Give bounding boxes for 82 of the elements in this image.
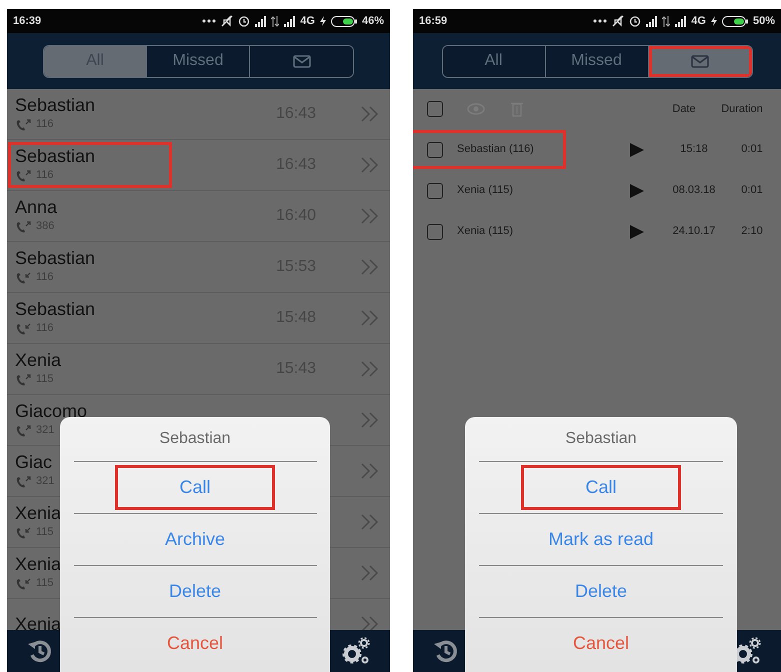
tab[interactable]: Missed (546, 46, 648, 76)
battery-percent: 50% (752, 14, 775, 29)
alarm-icon (238, 15, 250, 27)
alarm-icon (629, 15, 642, 27)
dialog-action-button[interactable]: Mark as read (521, 517, 681, 562)
dialog-title: Sebastian (565, 429, 637, 449)
caller-name: Xenia (115) (457, 224, 514, 240)
battery-icon (330, 16, 357, 26)
network-type: 4G (300, 14, 315, 29)
more-icon (202, 19, 216, 23)
gears-icon[interactable] (342, 637, 370, 665)
dialog-action-button[interactable]: Delete (115, 569, 275, 614)
network-type: 4G (691, 14, 706, 29)
signal-icon (255, 16, 266, 26)
contact-name: Sebastian (15, 248, 96, 270)
status-time: 16:59 (419, 14, 448, 29)
charging-icon (710, 16, 717, 26)
tab[interactable]: All (442, 46, 546, 76)
charging-icon (320, 16, 326, 26)
signal-icon (675, 16, 686, 26)
contact-name: Sebastian (15, 299, 96, 320)
contact-name: Xenia (15, 350, 62, 372)
message-duration: 0:01 (740, 183, 764, 198)
battery-percent: 46% (362, 14, 384, 29)
history-icon[interactable] (27, 638, 53, 664)
chevron-icon[interactable] (360, 463, 380, 479)
contact-name: Xenia (15, 614, 62, 630)
play-icon[interactable] (629, 224, 645, 240)
dialog-action-button[interactable]: Call (521, 465, 681, 510)
mute-icon (221, 15, 234, 27)
caller-name: Sebastian (116) (457, 142, 534, 158)
data-arrows-icon (662, 16, 670, 26)
row-checkbox[interactable] (427, 182, 443, 198)
play-icon[interactable] (629, 182, 645, 198)
dialog-title: Sebastian (159, 429, 231, 449)
cancel-button[interactable]: Cancel (521, 621, 681, 666)
chevron-icon[interactable] (360, 157, 380, 173)
contact-name: Anna (15, 197, 58, 218)
contact-name: Sebastian (15, 146, 96, 168)
column-header: Date (671, 102, 697, 117)
message-date: 15:18 (679, 142, 709, 158)
chevron-icon[interactable] (360, 412, 380, 428)
more-icon (593, 19, 608, 23)
chevron-icon[interactable] (360, 208, 380, 224)
message-date: 24.10.17 (672, 224, 716, 240)
contact-name: Xenia (15, 503, 62, 524)
contact-name: Sebastian (15, 95, 96, 116)
caller-name: Xenia (115) (457, 183, 514, 198)
chevron-icon[interactable] (360, 310, 380, 326)
mute-icon (612, 15, 624, 27)
row-checkbox[interactable] (427, 224, 443, 240)
mail-tab[interactable] (648, 46, 752, 76)
chevron-icon[interactable] (360, 565, 380, 581)
chevron-icon[interactable] (360, 361, 380, 377)
cancel-button[interactable]: Cancel (115, 621, 275, 666)
battery-icon (722, 16, 748, 26)
dialog-action-button[interactable]: Call (115, 465, 275, 510)
dialog-action-button[interactable]: Archive (115, 517, 275, 562)
mail-icon (691, 54, 709, 68)
contact-name: Xenia (15, 554, 62, 576)
contact-name: Giac (15, 452, 54, 474)
chevron-icon[interactable] (360, 514, 380, 530)
message-date: 08.03.18 (672, 183, 716, 198)
dialog-action-button[interactable]: Delete (521, 569, 681, 614)
message-duration: 0:01 (740, 142, 764, 158)
column-header: Duration (720, 102, 764, 117)
history-icon[interactable] (433, 638, 459, 664)
message-duration: 2:10 (740, 224, 764, 240)
signal-icon (646, 16, 658, 26)
chevron-icon[interactable] (360, 616, 380, 630)
row-checkbox[interactable] (427, 142, 443, 158)
tab[interactable]: Missed (147, 46, 250, 76)
contact-name: Giacomo (15, 401, 88, 422)
chevron-icon[interactable] (360, 106, 380, 122)
status-time: 16:39 (13, 14, 42, 29)
chevron-icon[interactable] (360, 259, 380, 275)
mail-tab[interactable] (250, 46, 353, 76)
mail-icon (292, 54, 310, 68)
signal-icon (284, 16, 296, 26)
data-arrows-icon (271, 16, 280, 26)
play-icon[interactable] (629, 142, 645, 158)
select-all-checkbox[interactable] (427, 101, 443, 117)
